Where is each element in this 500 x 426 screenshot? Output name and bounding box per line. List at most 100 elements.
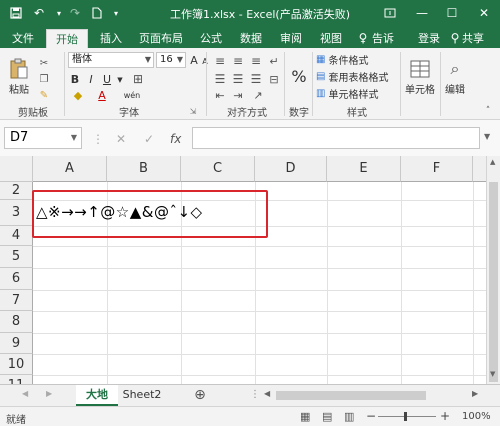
tab-review[interactable]: 审阅 [274,29,308,48]
row-header[interactable]: 3 [0,200,33,226]
merge-icon[interactable]: ⊟ [266,72,282,86]
more-sheets-icon[interactable]: ⋮ [250,389,260,400]
column-header[interactable]: E [327,156,401,182]
zoom-level[interactable]: 100% [462,411,491,422]
align-top-icon[interactable]: ≡ [212,54,228,68]
number-format-button[interactable]: % [288,52,310,100]
format-table-button[interactable]: ▤ 套用表格格式 [316,69,398,84]
scroll-right-icon[interactable]: ▶ [472,389,478,398]
underline-button[interactable]: U [100,72,114,86]
vertical-scrollbar[interactable]: ▲ ▼ [486,156,500,384]
page-break-view-icon[interactable]: ▥ [344,410,354,423]
column-header[interactable]: D [255,156,327,182]
bold-button[interactable]: B [68,72,82,86]
align-left-icon[interactable]: ☰ [212,72,228,86]
horizontal-scrollbar[interactable]: ◀ ▶ [262,388,484,403]
column-header[interactable]: B [107,156,181,182]
spreadsheet-grid[interactable]: A B C D E F 2 3 4 5 6 7 8 9 10 11 △※→→↑@… [0,156,486,384]
decrease-indent-icon[interactable]: ⇤ [212,88,228,102]
zoom-out-button[interactable]: − [366,409,376,423]
chevron-down-icon[interactable]: ▼ [116,74,124,86]
scroll-left-icon[interactable]: ◀ [264,389,270,398]
increase-indent-icon[interactable]: ⇥ [230,88,246,102]
zoom-in-button[interactable]: + [440,409,450,423]
shrink-font-button[interactable]: A [200,54,210,68]
row-header[interactable]: 11 [0,375,33,384]
tab-home[interactable]: 开始 [46,29,88,48]
tab-page-layout[interactable]: 页面布局 [134,29,188,48]
copy-icon[interactable]: ❐ [36,72,52,86]
paste-button[interactable]: 粘贴 [4,52,34,100]
redo-icon[interactable]: ↷ [68,4,82,22]
scrollbar-thumb[interactable] [489,182,498,382]
row-header[interactable]: 9 [0,333,33,354]
sheet-tab[interactable]: Sheet2 [120,385,164,406]
expand-formula-icon[interactable]: ▼ [484,132,490,141]
save-icon[interactable] [8,4,24,22]
align-right-icon[interactable]: ☰ [248,72,264,86]
column-header[interactable]: A [33,156,107,182]
row-header[interactable]: 10 [0,354,33,375]
signin-link[interactable]: 登录 [414,29,444,48]
row-header[interactable]: 2 [0,182,33,200]
sheet-tab-active[interactable]: 大地 [76,385,118,406]
close-button[interactable]: ✕ [468,0,500,26]
tab-file[interactable]: 文件 [6,29,40,48]
align-middle-icon[interactable]: ≡ [230,54,246,68]
editing-button[interactable]: ⌕ 编辑 [442,52,468,100]
add-sheet-icon[interactable]: ⊕ [190,385,210,406]
page-layout-view-icon[interactable]: ▤ [322,410,332,423]
borders-icon[interactable]: ⊞ [130,72,146,86]
scroll-down-icon[interactable]: ▼ [490,370,495,378]
italic-button[interactable]: I [84,72,98,86]
align-center-icon[interactable]: ☰ [230,72,246,86]
customize-qa-icon[interactable]: ▾ [110,4,122,22]
ribbon-options-icon[interactable] [374,0,406,26]
row-header[interactable]: 5 [0,246,33,268]
collapse-ribbon-icon[interactable]: ˄ [482,106,494,116]
undo-icon[interactable]: ↶ [30,4,48,22]
wrap-text-icon[interactable]: ↵ [266,54,282,68]
restore-button[interactable]: ☐ [436,0,468,26]
cells-button[interactable]: 单元格 [402,52,438,100]
conditional-format-button[interactable]: ▦ 条件格式 [316,52,398,67]
row-header[interactable]: 6 [0,268,33,290]
column-header[interactable]: F [401,156,473,182]
font-size-select[interactable]: 16 ▼ [156,52,186,68]
minimize-button[interactable]: — [406,0,438,26]
tab-data[interactable]: 数据 [234,29,268,48]
formula-input[interactable] [192,127,480,149]
column-header[interactable] [473,156,486,182]
cancel-button[interactable]: ✕ [116,132,126,146]
row-header[interactable]: 7 [0,290,33,311]
next-sheet-icon[interactable]: ▶ [46,389,52,398]
row-header[interactable]: 4 [0,226,33,246]
select-all-corner[interactable] [0,156,33,182]
new-file-icon[interactable] [90,4,104,22]
name-box[interactable]: D7 ▼ [4,127,82,149]
font-color-button[interactable]: A [92,88,112,102]
cell-styles-button[interactable]: ▥ 单元格样式 [316,86,398,101]
grow-font-button[interactable]: A [188,52,200,68]
zoom-slider-thumb[interactable] [404,412,407,421]
enter-button[interactable]: ✓ [144,132,154,146]
scroll-up-icon[interactable]: ▲ [490,158,495,166]
phonetic-button[interactable]: wén [120,88,144,102]
column-header[interactable]: C [181,156,255,182]
format-painter-icon[interactable]: ✎ [36,88,52,102]
tab-insert[interactable]: 插入 [94,29,128,48]
share-button[interactable]: 共享 [462,29,492,48]
cut-icon[interactable]: ✂ [36,56,52,70]
normal-view-icon[interactable]: ▦ [300,410,310,423]
undo-dropdown-icon[interactable]: ▾ [52,4,66,22]
font-name-select[interactable]: 楷体 ▼ [68,52,154,68]
tab-formulas[interactable]: 公式 [194,29,228,48]
dialog-launcher-icon[interactable]: ⇲ [188,106,198,116]
fill-color-icon[interactable]: ◆ [68,88,88,102]
orientation-icon[interactable]: ↗ [250,88,266,102]
scrollbar-thumb[interactable] [276,391,426,400]
align-bottom-icon[interactable]: ≡ [248,54,264,68]
tab-view[interactable]: 视图 [314,29,348,48]
tell-me-search[interactable]: 告诉我... [372,29,412,64]
zoom-slider[interactable] [378,412,436,421]
